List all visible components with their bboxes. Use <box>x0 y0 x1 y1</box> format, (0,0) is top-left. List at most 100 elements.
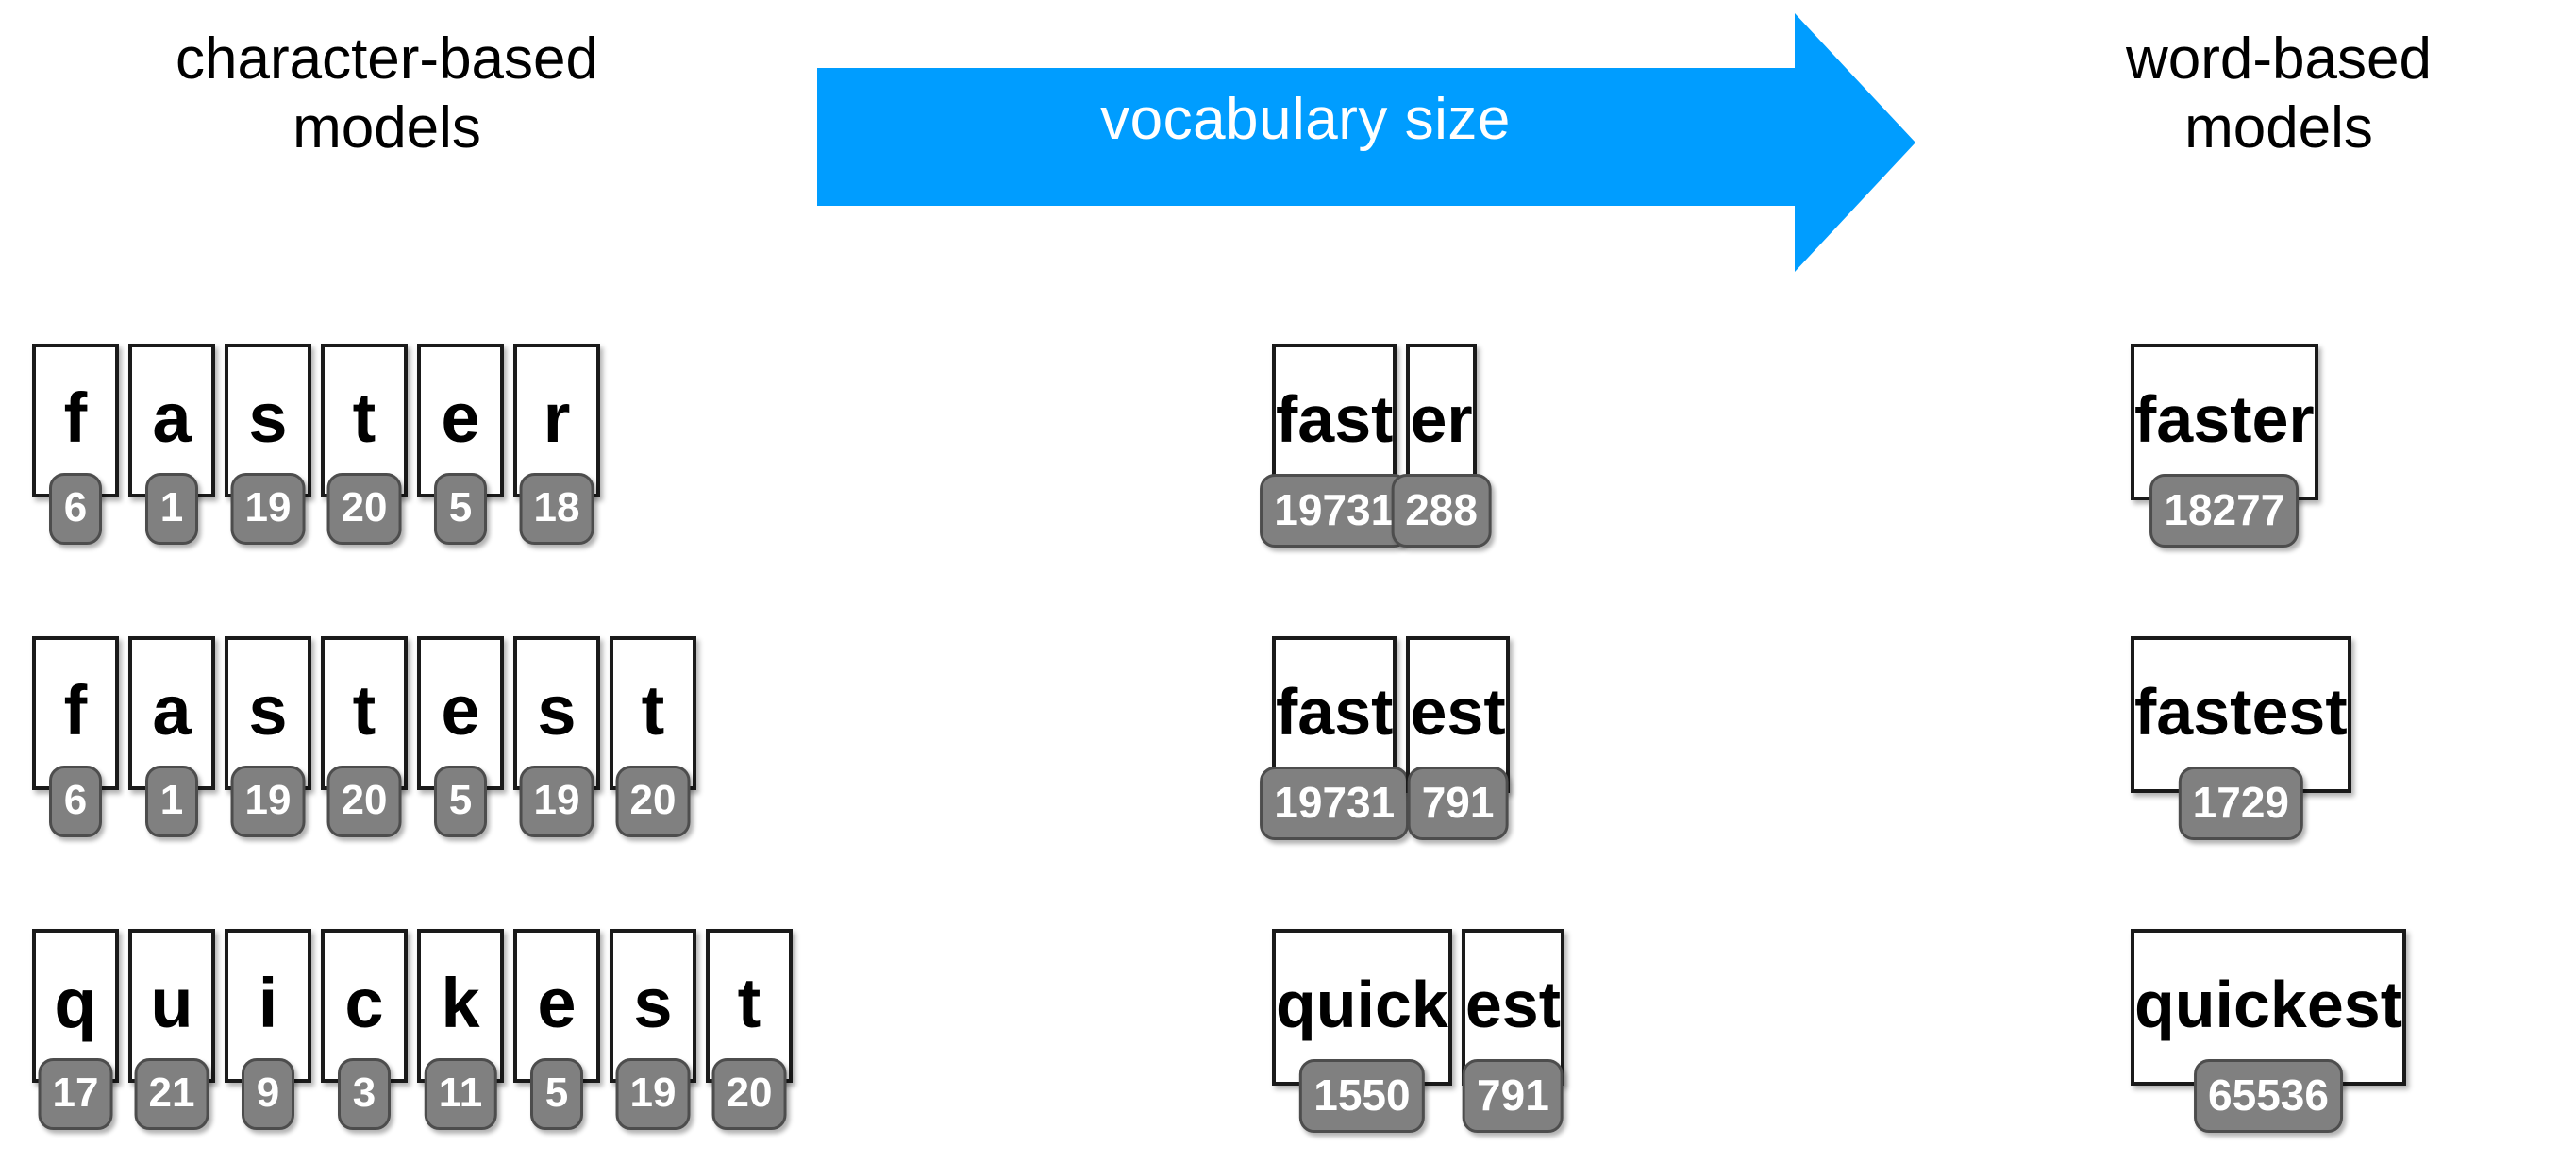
token-id-badge: 20 <box>615 766 691 837</box>
token[interactable]: q 17 <box>32 929 119 1130</box>
token[interactable]: a1 <box>128 344 215 545</box>
token-id-badge: 19 <box>230 766 306 837</box>
token-id-badge: 288 <box>1391 474 1492 548</box>
token[interactable]: er 288 <box>1391 344 1492 548</box>
token-text: e <box>441 670 480 750</box>
token[interactable]: r 18 <box>513 344 600 545</box>
token-text: fast <box>1276 675 1394 749</box>
token-id-badge: 20 <box>711 1058 787 1130</box>
token-text: est <box>1410 675 1506 749</box>
token-sequence-character-row3: q 17 u 21 i 9 c 3 k 11 e 5 s 19 t 20 <box>32 929 793 1130</box>
token-id-badge: 18277 <box>2149 474 2300 548</box>
token-id-badge: 791 <box>1463 1059 1564 1133</box>
token-text: quick <box>1276 968 1448 1041</box>
token[interactable]: i9 <box>225 929 311 1130</box>
token-sequence-subword-row3: quick 1550 est 791 <box>1272 929 1564 1133</box>
token-id-badge: 3 <box>338 1058 391 1130</box>
token-id-badge: 19 <box>519 766 594 837</box>
token-text: s <box>248 378 288 457</box>
token[interactable]: t 20 <box>706 929 793 1130</box>
token[interactable]: fastest 1729 <box>2131 636 2351 840</box>
token-text: e <box>537 963 577 1042</box>
token-id-badge: 20 <box>326 473 402 545</box>
token-text: u <box>150 963 193 1042</box>
token-text: faster <box>2134 382 2315 456</box>
token-text: er <box>1410 382 1473 456</box>
token[interactable]: e5 <box>513 929 600 1130</box>
token-text: f <box>63 670 88 750</box>
arrow-label: vocabulary size <box>1100 87 1511 152</box>
token-id-badge: 1 <box>145 473 198 545</box>
token[interactable]: c3 <box>321 929 408 1130</box>
token-text: t <box>352 378 376 457</box>
token[interactable]: fast 19731 <box>1260 344 1410 548</box>
token[interactable]: quick 1550 <box>1272 929 1452 1133</box>
token-text: t <box>641 670 665 750</box>
token-sequence-character-row1: f 6 a 1 s 19 t 20 e 5 r 18 <box>32 344 600 545</box>
token[interactable]: fast 19731 <box>1260 636 1410 840</box>
token-text: k <box>441 963 480 1042</box>
header-band: character-based models vocabulary size w… <box>0 0 2576 274</box>
token-id-badge: 1550 <box>1299 1059 1425 1133</box>
token-text: f <box>63 378 88 457</box>
token[interactable]: a1 <box>128 636 215 837</box>
token-id-badge: 1729 <box>2178 767 2303 840</box>
token[interactable]: t 20 <box>321 636 408 837</box>
token-text: s <box>537 670 577 750</box>
token-text: est <box>1464 968 1561 1041</box>
token[interactable]: e5 <box>417 344 504 545</box>
token[interactable]: e5 <box>417 636 504 837</box>
token[interactable]: est 791 <box>1461 929 1564 1133</box>
token-id-badge: 19 <box>615 1058 691 1130</box>
token-text: s <box>633 963 673 1042</box>
token[interactable]: s 19 <box>225 344 311 545</box>
token-text: s <box>248 670 288 750</box>
token-id-badge: 1 <box>145 766 198 837</box>
word-based-models-label: word-based models <box>2126 26 2432 161</box>
token[interactable]: quickest 65536 <box>2131 929 2406 1133</box>
token[interactable]: s 19 <box>225 636 311 837</box>
token-text: i <box>258 963 278 1042</box>
token-sequence-character-row2: f 6 a 1 s 19 t 20 e 5 s 19 t 20 <box>32 636 696 837</box>
token-text: e <box>441 378 480 457</box>
token[interactable]: s 19 <box>513 636 600 837</box>
token-id-badge: 18 <box>519 473 594 545</box>
character-based-models-label: character-based models <box>175 26 599 161</box>
token-id-badge: 5 <box>434 473 487 545</box>
token-id-badge: 6 <box>49 766 102 837</box>
token-text: fastest <box>2134 675 2348 749</box>
token[interactable]: u 21 <box>128 929 215 1130</box>
token-sequence-subword-row2: fast 19731 est 791 <box>1260 636 1510 840</box>
token[interactable]: t 20 <box>610 636 696 837</box>
token[interactable]: faster 18277 <box>2131 344 2318 548</box>
token-id-badge: 17 <box>38 1058 113 1130</box>
token-id-badge: 19731 <box>1260 767 1410 840</box>
token-id-badge: 791 <box>1407 767 1509 840</box>
token[interactable]: f6 <box>32 344 119 545</box>
token-sequence-word-row3: quickest 65536 <box>2131 929 2406 1133</box>
token-id-badge: 11 <box>424 1058 497 1130</box>
token-id-badge: 19731 <box>1260 474 1410 548</box>
token[interactable]: f6 <box>32 636 119 837</box>
token-text: a <box>152 378 192 457</box>
token-sequence-word-row2: fastest 1729 <box>2131 636 2351 840</box>
token-id-badge: 9 <box>242 1058 294 1130</box>
token-text: q <box>54 963 97 1042</box>
token-text: a <box>152 670 192 750</box>
token-text: t <box>352 670 376 750</box>
token-text: fast <box>1276 382 1394 456</box>
token-text: quickest <box>2134 968 2402 1041</box>
token-text: c <box>344 963 384 1042</box>
token-text: r <box>543 378 571 457</box>
token-text: t <box>737 963 761 1042</box>
token-id-badge: 21 <box>134 1058 209 1130</box>
token-id-badge: 65536 <box>2194 1059 2343 1133</box>
token[interactable]: t 20 <box>321 344 408 545</box>
token-sequence-subword-row1: fast 19731 er 288 <box>1260 344 1492 548</box>
token-id-badge: 5 <box>530 1058 583 1130</box>
token[interactable]: est 791 <box>1406 636 1510 840</box>
token-id-badge: 6 <box>49 473 102 545</box>
token-id-badge: 20 <box>326 766 402 837</box>
token[interactable]: s 19 <box>610 929 696 1130</box>
token[interactable]: k 11 <box>417 929 504 1130</box>
